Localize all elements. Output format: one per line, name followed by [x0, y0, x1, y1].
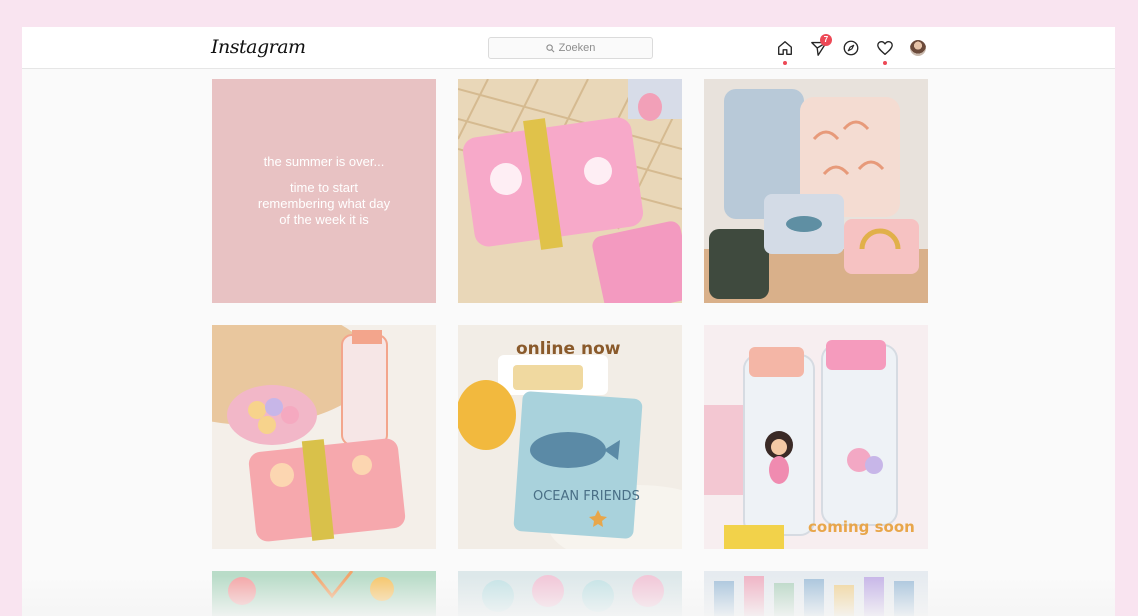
activity-notification-dot: [883, 61, 887, 65]
post-tile-2[interactable]: [458, 79, 682, 303]
heart-icon: [877, 41, 893, 55]
post-5-overlay: online now: [516, 339, 621, 359]
book-text: OCEAN FRIENDS: [533, 489, 640, 504]
post-tile-1[interactable]: the summer is over... time to start reme…: [212, 79, 436, 303]
post-tile-3[interactable]: [704, 79, 928, 303]
post-3-image: [704, 79, 928, 303]
home-icon: [778, 41, 792, 55]
post-2-image: [458, 79, 682, 303]
post-tile-5[interactable]: OCEAN FRIENDS online now: [458, 325, 682, 549]
instagram-window: Instagram Zoeken 7 the summer is over...…: [22, 27, 1115, 616]
bottom-fade: [22, 576, 1115, 616]
search-input[interactable]: Zoeken: [488, 37, 653, 59]
search-icon: [546, 43, 555, 52]
post-1-caption-line-2: time to start: [290, 180, 358, 195]
profile-avatar: [910, 40, 926, 56]
post-1-caption-line-3: remembering what day: [257, 196, 391, 211]
explore-icon: [843, 40, 859, 56]
direct-badge: 7: [820, 34, 832, 46]
post-1-caption-line-1: the summer is over...: [263, 154, 385, 169]
home-button[interactable]: [774, 37, 796, 65]
home-notification-dot: [783, 61, 787, 65]
top-navigation-bar: Instagram Zoeken 7: [22, 27, 1115, 69]
post-tile-6[interactable]: coming soon: [704, 325, 928, 549]
post-6-image: [704, 325, 928, 549]
post-1-caption-line-4: of the week it is: [279, 212, 369, 227]
post-tile-4[interactable]: [212, 325, 436, 549]
direct-button[interactable]: 7: [808, 34, 832, 59]
activity-button[interactable]: [874, 37, 896, 65]
profile-button[interactable]: [907, 37, 929, 59]
post-4-image: [212, 325, 436, 549]
post-6-overlay: coming soon: [808, 518, 915, 536]
instagram-logo[interactable]: Instagram: [211, 36, 306, 58]
search-placeholder: Zoeken: [558, 42, 596, 54]
explore-button[interactable]: [840, 37, 862, 59]
